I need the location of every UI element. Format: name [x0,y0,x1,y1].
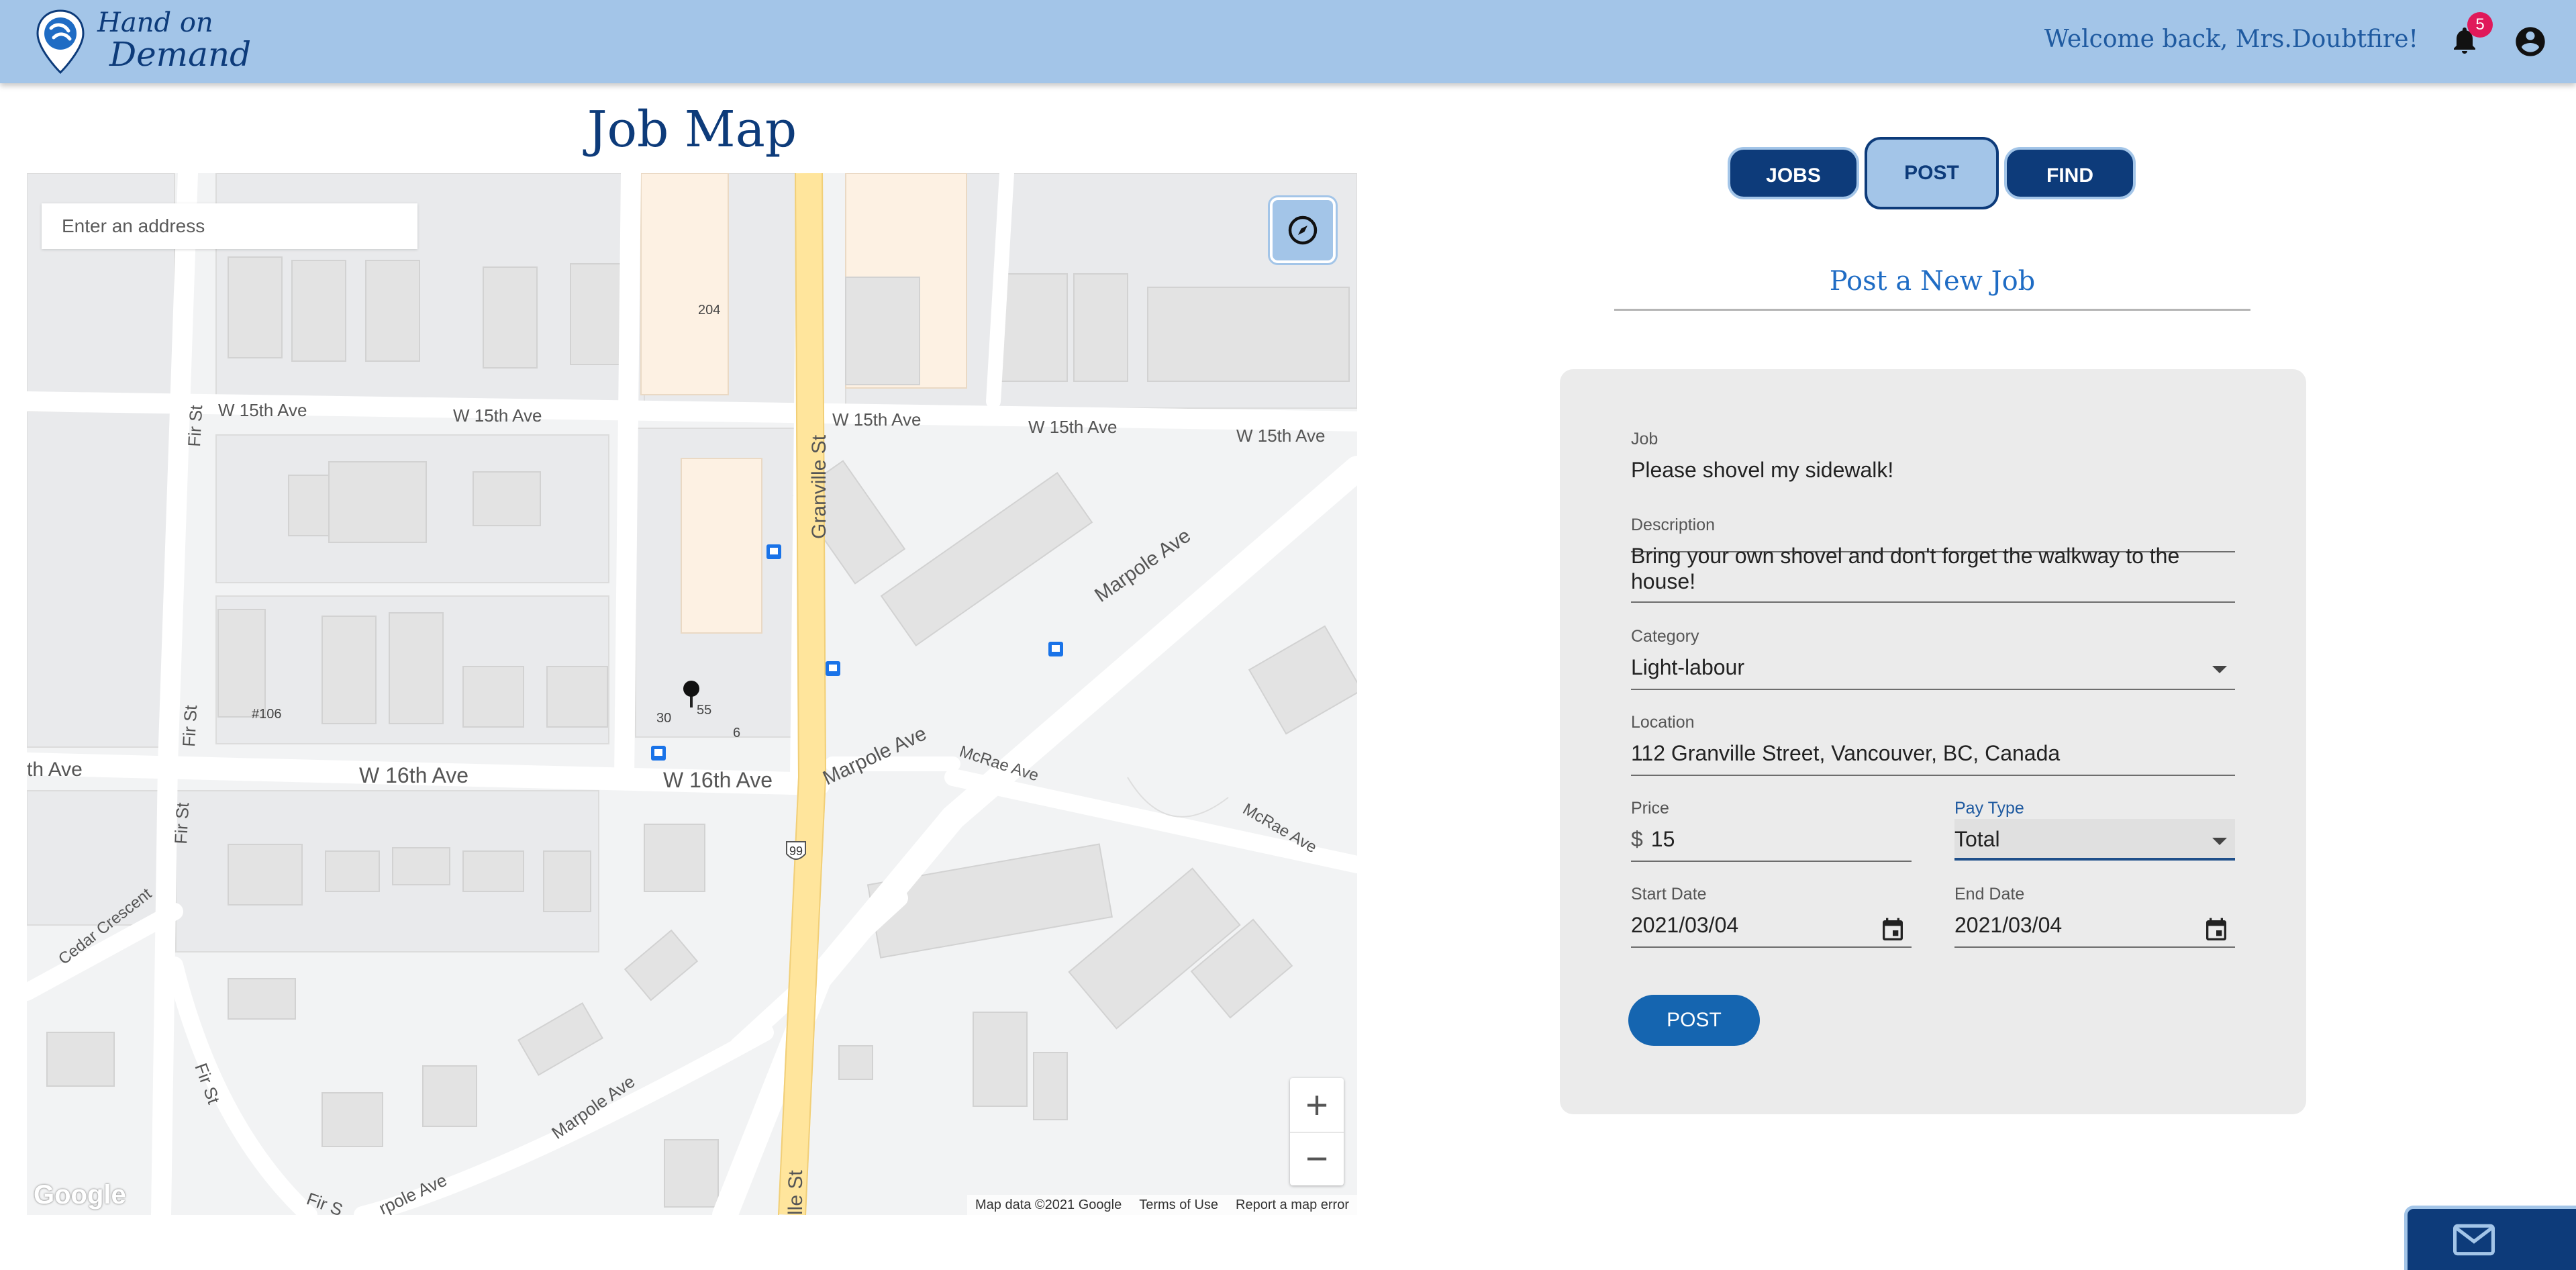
zoom-out-button[interactable]: − [1290,1132,1344,1185]
description-value[interactable]: Bring your own shovel and don't forget t… [1631,543,2235,594]
location-label: Location [1631,713,1695,732]
map-label-w16-a: th Ave [27,759,83,781]
pay-type-label: Pay Type [1954,799,2024,818]
description-underline [1631,601,2235,603]
notification-badge: 5 [2467,12,2493,38]
map-label-w16-c: W 16th Ave [663,768,773,792]
report-error-link[interactable]: Report a map error [1236,1198,1349,1213]
end-date-value[interactable]: 2021/03/04 [1954,912,2235,938]
map-tiles[interactable]: 99 W 15th Ave W 15th Ave W 15th Ave W 15… [27,173,1357,1215]
map-label-30: 30 [656,711,671,726]
tab-find[interactable]: FIND [2004,147,2136,199]
map-label-fir-a: Fir St [184,404,206,447]
map-label-w15-e: W 15th Ave [1236,426,1326,446]
location-underline [1631,775,2235,776]
map-title: Job Map [587,101,797,158]
category-underline [1631,689,2235,690]
recenter-button[interactable] [1270,197,1336,263]
price-underline [1631,861,1912,862]
map-label-granville: Granville St [808,434,830,539]
logo-line-1: Hand on [97,7,213,38]
map-label-w16-b: W 16th Ave [359,763,468,787]
pay-type-underline [1954,858,2235,861]
category-value[interactable]: Light-labour [1631,654,2235,680]
map-label-55: 55 [697,703,711,718]
price-input[interactable]: $15 [1631,826,1912,852]
map-label-fir-c: Fir St [170,801,193,844]
start-date-field[interactable]: Start Date 2021/03/04 [1631,885,1912,948]
logo-line-2: Demand [109,35,252,74]
map-label-106: #106 [252,707,282,722]
start-date-underline [1631,946,1912,948]
address-search-input[interactable] [42,203,417,249]
map-label-hwy: 99 [789,844,803,858]
pay-type-select[interactable]: Pay Type Total [1954,799,2235,863]
mail-icon [2453,1224,2495,1256]
map-label-fir-b: Fir St [179,704,201,747]
post-job-button[interactable]: POST [1628,995,1760,1046]
map-label-w15-b: W 15th Ave [453,405,542,426]
compass-icon [1288,215,1318,245]
job-label: Job [1631,430,1658,448]
map-label-granville-bottom: lle St [785,1170,807,1215]
logo-pin-icon[interactable] [34,8,87,75]
end-date-field[interactable]: End Date 2021/03/04 [1954,885,2235,948]
pay-type-value[interactable]: Total [1954,826,2235,852]
map-attribution: Map data ©2021 Google Terms of Use Repor… [967,1195,1357,1215]
calendar-icon[interactable] [2203,917,2230,944]
category-select[interactable]: Category Light-labour [1631,627,2235,691]
job-value[interactable]: Please shovel my sidewalk! [1631,457,2235,483]
end-date-underline [1954,946,2235,948]
job-field[interactable]: Job Please shovel my sidewalk! [1631,430,2235,552]
location-field[interactable]: Location 112 Granville Street, Vancouver… [1631,713,2235,777]
map-label-204: 204 [698,303,720,318]
description-field[interactable]: Description Bring your own shovel and do… [1631,516,2235,603]
category-label: Category [1631,627,1699,646]
calendar-icon[interactable] [1879,917,1906,944]
form-title: Post a New Job [1829,266,2036,297]
price-label: Price [1631,799,1669,818]
currency-prefix: $ [1631,827,1643,851]
dropdown-caret-icon[interactable] [2212,666,2227,673]
welcome-message: Welcome back, Mrs.Doubtfire! [2044,26,2418,53]
zoom-in-button[interactable]: + [1290,1078,1344,1133]
map-label-6: 6 [733,726,740,740]
terms-link[interactable]: Terms of Use [1139,1198,1218,1213]
map-label-w15-d: W 15th Ave [1028,417,1118,437]
map-label-w15-c: W 15th Ave [832,409,922,430]
logo-wordmark[interactable]: Hand on Demand [97,9,251,71]
tab-jobs[interactable]: JOBS [1728,147,1859,199]
map-data-credit: Map data ©2021 Google [975,1197,1122,1212]
top-app-bar: Hand on Demand Welcome back, Mrs.Doubtfi… [0,0,2576,83]
messages-tab[interactable] [2404,1206,2576,1270]
tab-post[interactable]: POST [1865,137,1999,209]
start-date-label: Start Date [1631,885,1707,903]
form-title-divider [1614,309,2250,311]
dropdown-caret-icon[interactable] [2212,838,2227,845]
start-date-value[interactable]: 2021/03/04 [1631,912,1912,938]
job-map[interactable]: 99 W 15th Ave W 15th Ave W 15th Ave W 15… [27,173,1357,1215]
zoom-control: + − [1290,1078,1344,1185]
location-value[interactable]: 112 Granville Street, Vancouver, BC, Can… [1631,740,2235,766]
price-value[interactable]: 15 [1651,827,1675,851]
description-label: Description [1631,516,1716,534]
account-icon[interactable] [2513,24,2548,59]
price-field[interactable]: Price $15 [1631,799,1912,863]
end-date-label: End Date [1954,885,2025,903]
map-label-w15-a: W 15th Ave [218,400,307,420]
google-logo[interactable]: Google [34,1180,126,1210]
